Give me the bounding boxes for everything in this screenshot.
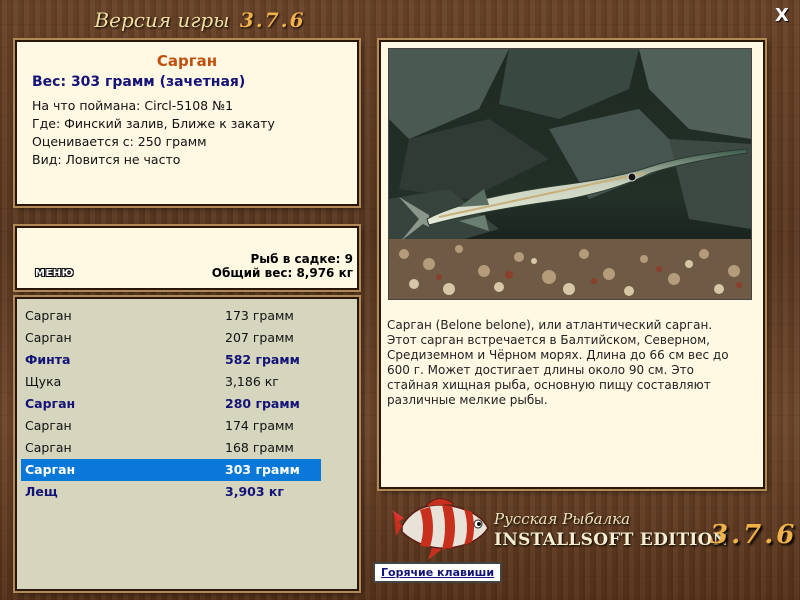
catch-row[interactable]: Сарган 168 грамм xyxy=(21,437,321,459)
fish-photo xyxy=(388,48,752,300)
hotkeys-button[interactable]: Горячие клавиши xyxy=(373,562,503,583)
catch-row[interactable]: Сарган 173 грамм xyxy=(21,305,321,327)
catch-fish-weight: 207 грамм xyxy=(225,330,294,345)
fish-weight: Вес: 303 грамм (зачетная) xyxy=(32,74,246,90)
keepnet-summary-panel: МЕНЮ Рыб в садке: 9 Общий вес: 8,976 кг xyxy=(15,226,359,290)
catch-fish-weight: 168 грамм xyxy=(225,440,294,455)
catch-row-selected[interactable]: Сарган 303 грамм xyxy=(21,459,321,481)
catch-fish-name: Сарган xyxy=(25,330,72,345)
window-title: Версия игры 3.7.6 xyxy=(0,8,400,32)
fish-photo-panel: Сарган (Belone belone), или атлантически… xyxy=(379,40,765,489)
rating-line: Оценивается с: 250 грамм xyxy=(32,134,207,149)
fish-count: Рыб в садке: 9 xyxy=(250,252,354,266)
window-title-text: Версия игры xyxy=(94,8,230,32)
catch-fish-weight: 582 грамм xyxy=(225,352,300,367)
catch-row[interactable]: Сарган 207 грамм xyxy=(21,327,321,349)
catch-fish-weight: 3,903 кг xyxy=(225,484,284,499)
game-logo: Русская Рыбалка INSTALLSOFT EDITION 3.7.… xyxy=(390,490,794,560)
catch-fish-name: Сарган xyxy=(25,440,72,455)
catch-row[interactable]: Сарган 174 грамм xyxy=(21,415,321,437)
catch-fish-name: Финта xyxy=(25,352,71,367)
fish-name: Сарган xyxy=(156,52,218,70)
catch-fish-weight: 174 грамм xyxy=(225,418,294,433)
total-weight: Общий вес: 8,976 кг xyxy=(211,266,353,280)
red-fish-logo-icon xyxy=(392,498,489,560)
garfish-photo-icon xyxy=(389,49,751,299)
catch-fish-weight: 173 грамм xyxy=(225,308,294,323)
fish-info-panel: Сарган Вес: 303 грамм (зачетная) На что … xyxy=(15,40,359,206)
catch-fish-name: Сарган xyxy=(25,396,76,411)
logo-edition: INSTALLSOFT EDITION xyxy=(494,530,729,550)
close-button[interactable]: X xyxy=(772,6,792,26)
catch-fish-name: Щука xyxy=(25,374,62,389)
logo-version: 3.7.6 xyxy=(710,520,798,550)
menu-button[interactable]: МЕНЮ xyxy=(35,268,74,279)
location-line: Где: Финский залив, Ближе к закату xyxy=(32,116,275,131)
bait-line: На что поймана: Circl-5108 №1 xyxy=(32,98,234,113)
window-title-version: 3.7.6 xyxy=(239,8,306,32)
catch-fish-name: Лещ xyxy=(25,484,58,499)
keepnet-summary: Рыб в садке: 9 Общий вес: 8,976 кг xyxy=(212,252,353,280)
catch-row[interactable]: Финта 582 грамм xyxy=(21,349,321,371)
catch-fish-name: Сарган xyxy=(25,308,72,323)
fish-details: На что поймана: Circl-5108 №1 Где: Финск… xyxy=(32,97,357,169)
fish-description: Сарган (Belone belone), или атлантически… xyxy=(387,318,729,407)
catch-list-panel: Сарган 173 грамм Сарган 207 грамм Финта 582 г… xyxy=(15,297,359,591)
catch-fish-name: Сарган xyxy=(25,462,76,477)
catch-fish-name: Сарган xyxy=(25,418,72,433)
species-line: Вид: Ловится не часто xyxy=(32,152,181,167)
catch-fish-weight: 280 грамм xyxy=(225,396,300,411)
catch-fish-weight: 303 грамм xyxy=(225,462,300,477)
catch-row[interactable]: Сарган 280 грамм xyxy=(21,393,321,415)
logo-subtitle: Русская Рыбалка xyxy=(494,510,631,528)
catch-row[interactable]: Лещ 3,903 кг xyxy=(21,481,321,503)
catch-fish-weight: 3,186 кг xyxy=(225,374,279,389)
catch-row[interactable]: Щука 3,186 кг xyxy=(21,371,321,393)
catch-list: Сарган 173 грамм Сарган 207 грамм Финта 582 г… xyxy=(21,305,357,503)
